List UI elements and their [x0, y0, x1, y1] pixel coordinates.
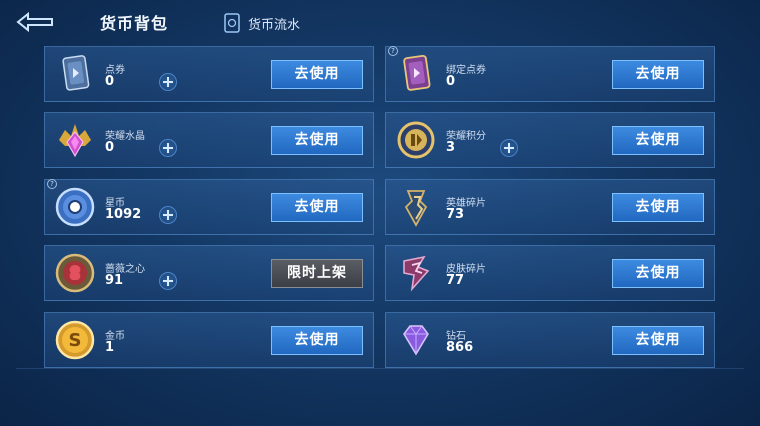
currency-count: 73 — [446, 207, 465, 222]
diamond-icon — [403, 325, 429, 356]
currency-count: 3 — [446, 140, 456, 155]
currency-count: 1092 — [105, 207, 142, 222]
currency-count: 0 — [105, 74, 115, 89]
limited-time-button[interactable]: 限时上架 — [271, 259, 363, 288]
star-coin-icon — [55, 187, 95, 227]
currency-flow-tab[interactable]: 货币流水 — [224, 12, 300, 34]
use-button[interactable]: 去使用 — [612, 126, 704, 155]
top-bar: 货币背包 货币流水 — [0, 0, 760, 42]
svg-text:S: S — [69, 330, 82, 351]
crystal-icon — [59, 124, 91, 158]
currency-card-glory-points: 荣耀积分 3 去使用 — [385, 112, 715, 168]
currency-card-skin-fragment: 皮肤碎片 77 去使用 — [385, 245, 715, 301]
ledger-icon — [224, 13, 240, 33]
currency-card-glory-crystal: 荣耀水晶 0 去使用 — [44, 112, 374, 168]
use-button[interactable]: 去使用 — [612, 259, 704, 288]
bound-voucher-icon — [403, 54, 431, 91]
currency-count: 866 — [446, 340, 474, 355]
currency-count: 91 — [105, 273, 124, 288]
use-button[interactable]: 去使用 — [612, 60, 704, 89]
currency-card-star-coin: ? 星币 1092 去使用 — [44, 179, 374, 235]
glory-points-icon — [397, 121, 435, 159]
add-button[interactable] — [159, 206, 177, 224]
use-button[interactable]: 去使用 — [271, 60, 363, 89]
page-title: 货币背包 — [100, 14, 169, 33]
currency-card-gold-coin: S 金币 1 去使用 — [44, 312, 374, 368]
add-button[interactable] — [159, 272, 177, 290]
skin-fragment-icon — [403, 255, 430, 292]
currency-count: 0 — [446, 74, 456, 89]
add-button[interactable] — [500, 139, 518, 157]
currency-count: 1 — [105, 340, 115, 355]
hero-fragment-icon — [404, 190, 428, 227]
use-button[interactable]: 去使用 — [271, 126, 363, 155]
currency-card-dianquan: 点券 0 去使用 — [44, 46, 374, 102]
use-button[interactable]: 去使用 — [612, 326, 704, 355]
gold-coin-icon: S — [55, 320, 95, 360]
add-button[interactable] — [159, 139, 177, 157]
back-arrow-icon — [16, 11, 53, 33]
currency-card-rose-heart: 蔷薇之心 91 限时上架 — [44, 245, 374, 301]
bottom-divider — [16, 368, 744, 369]
currency-flow-label: 货币流水 — [248, 17, 301, 33]
voucher-icon — [62, 55, 90, 91]
rose-heart-icon — [55, 253, 95, 293]
currency-card-hero-fragment: 英雄碎片 73 去使用 — [385, 179, 715, 235]
currency-count: 0 — [105, 140, 115, 155]
use-button[interactable]: 去使用 — [271, 326, 363, 355]
back-button[interactable] — [14, 10, 56, 34]
use-button[interactable]: 去使用 — [612, 193, 704, 222]
currency-card-diamond: 钻石 866 去使用 — [385, 312, 715, 368]
add-button[interactable] — [159, 73, 177, 91]
currency-count: 77 — [446, 273, 465, 288]
use-button[interactable]: 去使用 — [271, 193, 363, 222]
currency-card-bound-dianquan: ? 绑定点券 0 去使用 — [385, 46, 715, 102]
